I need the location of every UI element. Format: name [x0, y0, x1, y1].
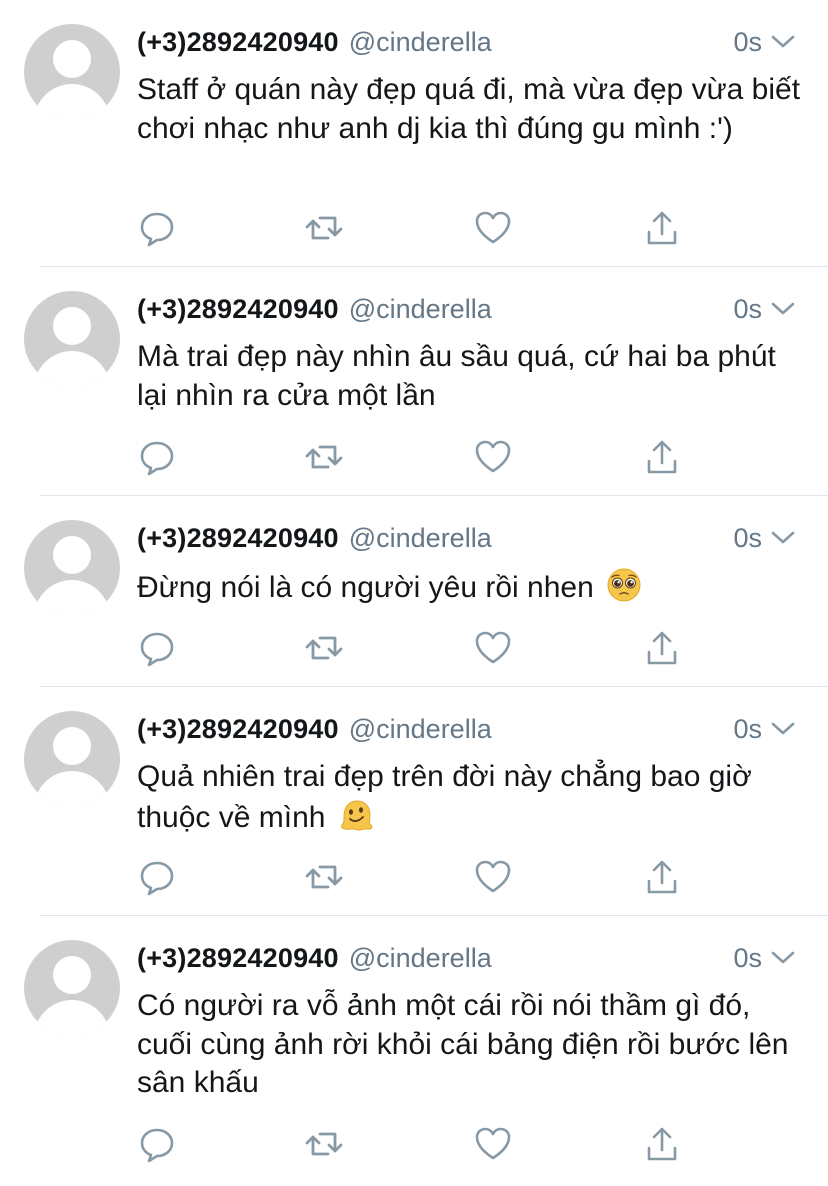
melting-face-emoji — [340, 799, 373, 831]
share-icon — [647, 631, 677, 665]
tweet-text: Đừng nói là có người yêu rồi nhen — [137, 567, 804, 608]
retweet-icon — [305, 1132, 343, 1156]
chevron-down-icon[interactable] — [770, 32, 796, 52]
tweet[interactable]: (+3)2892420940 @cinderella 0s Mà trai đẹ… — [24, 267, 828, 496]
share-button[interactable] — [642, 857, 682, 897]
share-button[interactable] — [642, 208, 682, 248]
chevron-down-icon[interactable] — [770, 719, 796, 739]
tweet-header: (+3)2892420940 @cinderella 0s — [137, 940, 798, 976]
tweet-text: Staff ở quán này đẹp quá đi, mà vừa đẹp … — [137, 73, 801, 145]
reply-button[interactable] — [137, 1124, 177, 1164]
timestamp: 0s — [733, 942, 762, 973]
chevron-down-icon[interactable] — [770, 948, 796, 968]
retweet-button[interactable] — [304, 1124, 344, 1164]
user-handle[interactable]: @cinderella — [349, 714, 492, 745]
display-name[interactable]: (+3)2892420940 — [137, 294, 339, 325]
retweet-button[interactable] — [304, 628, 344, 668]
tweet-text: Có người ra vỗ ảnh một cái rồi nói thầm … — [137, 989, 789, 1099]
heart-icon — [475, 211, 511, 244]
like-button[interactable] — [473, 1124, 513, 1164]
tweet-actions — [137, 628, 697, 668]
tweet[interactable]: (+3)2892420940 @cinderella 0s Staff ở qu… — [24, 0, 828, 267]
user-handle[interactable]: @cinderella — [349, 523, 492, 554]
display-name[interactable]: (+3)2892420940 — [137, 714, 339, 745]
avatar[interactable] — [24, 940, 120, 1036]
timestamp: 0s — [733, 293, 762, 324]
avatar[interactable] — [24, 711, 120, 807]
timestamp: 0s — [733, 26, 762, 57]
timestamp: 0s — [733, 713, 762, 744]
tweet-text: Quả nhiên trai đẹp trên đời này chẳng ba… — [137, 758, 804, 837]
tweet-header: (+3)2892420940 @cinderella 0s — [137, 711, 798, 747]
like-button[interactable] — [473, 628, 513, 668]
retweet-button[interactable] — [304, 857, 344, 897]
chevron-down-icon[interactable] — [770, 528, 796, 548]
tweet-text: Mà trai đẹp này nhìn âu sầu quá, cứ hai … — [137, 340, 776, 412]
tweet[interactable]: (+3)2892420940 @cinderella 0s Quả nhiên … — [24, 687, 828, 916]
tweet-header: (+3)2892420940 @cinderella 0s — [137, 24, 798, 60]
retweet-button[interactable] — [304, 208, 344, 248]
tweet-actions — [137, 437, 697, 477]
share-icon — [647, 440, 677, 474]
share-button[interactable] — [642, 1124, 682, 1164]
reply-icon — [140, 441, 174, 476]
tweet-actions — [137, 208, 697, 248]
like-button[interactable] — [473, 437, 513, 477]
tweet-actions — [137, 1124, 697, 1164]
avatar[interactable] — [24, 291, 120, 387]
chevron-down-icon[interactable] — [770, 299, 796, 319]
timestamp: 0s — [733, 522, 762, 553]
tweet-header: (+3)2892420940 @cinderella 0s — [137, 291, 798, 327]
reply-icon — [140, 1128, 174, 1163]
reply-button[interactable] — [137, 208, 177, 248]
user-handle[interactable]: @cinderella — [349, 294, 492, 325]
retweet-button[interactable] — [304, 437, 344, 477]
tweet[interactable]: (+3)2892420940 @cinderella 0s Có người r… — [24, 916, 828, 1186]
like-button[interactable] — [473, 857, 513, 897]
heart-icon — [475, 631, 511, 664]
tweet-actions — [137, 857, 697, 897]
pleading-face-emoji — [607, 568, 641, 602]
reply-icon — [140, 212, 174, 247]
user-handle[interactable]: @cinderella — [349, 943, 492, 974]
share-button[interactable] — [642, 628, 682, 668]
tweet-text-content: Đừng nói là có người yêu rồi nhen — [137, 571, 594, 604]
retweet-icon — [305, 865, 343, 889]
share-icon — [647, 860, 677, 894]
tweet[interactable]: (+3)2892420940 @cinderella 0s Đừng nói l… — [24, 496, 828, 687]
avatar[interactable] — [24, 520, 120, 616]
tweet-feed: (+3)2892420940 @cinderella 0s Staff ở qu… — [0, 0, 828, 1186]
avatar[interactable] — [24, 24, 120, 120]
share-button[interactable] — [642, 437, 682, 477]
share-icon — [647, 211, 677, 245]
retweet-icon — [305, 636, 343, 660]
like-button[interactable] — [473, 208, 513, 248]
user-handle[interactable]: @cinderella — [349, 27, 492, 58]
heart-icon — [475, 440, 511, 473]
reply-button[interactable] — [137, 628, 177, 668]
retweet-icon — [305, 445, 343, 469]
display-name[interactable]: (+3)2892420940 — [137, 523, 339, 554]
display-name[interactable]: (+3)2892420940 — [137, 27, 339, 58]
tweet-text-content: Quả nhiên trai đẹp trên đời này chẳng ba… — [137, 760, 752, 834]
display-name[interactable]: (+3)2892420940 — [137, 943, 339, 974]
tweet-header: (+3)2892420940 @cinderella 0s — [137, 520, 798, 556]
reply-icon — [140, 861, 174, 896]
reply-icon — [140, 632, 174, 667]
reply-button[interactable] — [137, 857, 177, 897]
heart-icon — [475, 860, 511, 893]
share-icon — [647, 1127, 677, 1161]
retweet-icon — [305, 216, 343, 240]
reply-button[interactable] — [137, 437, 177, 477]
heart-icon — [475, 1127, 511, 1160]
